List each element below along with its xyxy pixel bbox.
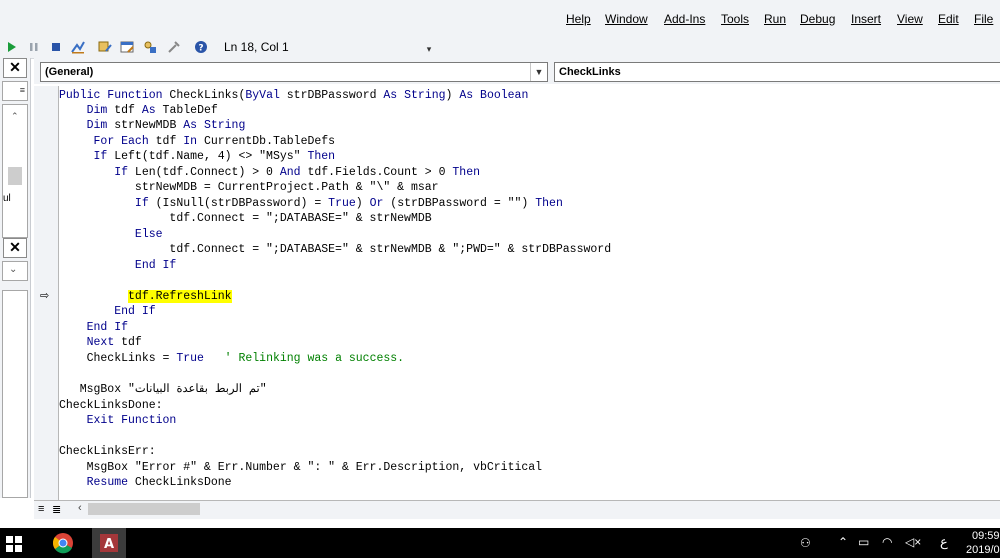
object-browser-icon[interactable] bbox=[142, 39, 158, 55]
menu-file[interactable]: File bbox=[974, 12, 993, 26]
code-line: Else bbox=[134, 228, 163, 241]
cursor-position-text: Ln 18, Col 1 bbox=[224, 40, 289, 54]
code-line: CheckLinksErr: bbox=[59, 445, 156, 458]
object-combo-value: (General) bbox=[45, 66, 94, 78]
language-indicator[interactable]: ع bbox=[940, 534, 948, 550]
chevron-down-icon[interactable]: ▼ bbox=[530, 63, 547, 81]
menu-help[interactable]: Help bbox=[566, 12, 591, 26]
svg-text:A: A bbox=[104, 537, 114, 552]
properties-list-partial bbox=[2, 290, 28, 498]
taskbar: A ⚇ ⌃ ▭ ◠ ◁× ع 09:59 2019/0 bbox=[0, 528, 1000, 558]
close-project-panel-button[interactable]: ✕ bbox=[3, 58, 27, 78]
code-line: Next tdf bbox=[86, 336, 142, 349]
panel-dropdown-icon[interactable]: ≡ bbox=[2, 81, 28, 101]
code-line: CheckLinksDone: bbox=[59, 399, 163, 412]
procedure-combo-value: CheckLinks bbox=[559, 66, 621, 78]
access-app-icon: A bbox=[100, 534, 118, 552]
design-mode-icon[interactable] bbox=[70, 39, 86, 55]
code-editor[interactable]: Public Function CheckLinks(ByVal strDBPa… bbox=[59, 86, 1000, 500]
clock-date[interactable]: 2019/0 bbox=[966, 544, 1000, 556]
procedure-combo[interactable]: CheckLinks bbox=[554, 62, 1000, 82]
execution-pointer-icon: ⇨ bbox=[40, 290, 50, 302]
truncated-label: ul bbox=[3, 193, 11, 204]
run-icon[interactable] bbox=[4, 39, 20, 55]
code-line: tdf.Connect = ";DATABASE=" & strNewMDB &… bbox=[59, 243, 612, 256]
menu-debug[interactable]: Debug bbox=[800, 12, 835, 26]
menu-insert[interactable]: Insert bbox=[851, 12, 881, 26]
code-line: For Each tdf In CurrentDb.TableDefs bbox=[93, 135, 336, 148]
menu-window[interactable]: Window bbox=[605, 12, 648, 26]
project-tree-partial: ⌃ ul bbox=[2, 104, 28, 238]
code-line: strNewMDB = CurrentProject.Path & "\" & … bbox=[59, 181, 439, 194]
procedure-view-icon[interactable]: ≡ bbox=[38, 503, 44, 515]
vertical-scroll-thumb[interactable] bbox=[8, 167, 22, 185]
code-line: If Left(tdf.Name, 4) <> "MSys" Then bbox=[93, 150, 336, 163]
horizontal-scroll-thumb[interactable] bbox=[88, 503, 200, 515]
code-line: Exit Function bbox=[86, 414, 177, 427]
code-line: Public Function CheckLinks(ByVal strDBPa… bbox=[59, 89, 529, 102]
code-line: Resume CheckLinksDone bbox=[86, 476, 232, 489]
menu-tools[interactable]: Tools bbox=[721, 12, 749, 26]
cursor-position-status: Ln 18, Col 1 bbox=[220, 38, 436, 56]
toolbar-options-dropdown-icon[interactable]: ▾ bbox=[424, 44, 434, 54]
code-line: End If bbox=[86, 321, 129, 334]
volume-icon[interactable]: ◁× bbox=[905, 535, 921, 549]
chrome-icon[interactable] bbox=[52, 532, 74, 554]
project-explorer-icon[interactable] bbox=[97, 39, 113, 55]
toolbar: ? bbox=[0, 36, 1000, 59]
left-panels: ✕ ≡ ⌃ ul ✕ ⌄ bbox=[0, 58, 31, 498]
code-line: MsgBox "Error #" & Err.Number & ": " & E… bbox=[59, 461, 543, 474]
full-module-view-icon[interactable]: ≣ bbox=[52, 503, 61, 516]
code-line: End If bbox=[114, 305, 156, 318]
code-line: End If bbox=[134, 259, 177, 272]
battery-icon[interactable]: ▭ bbox=[858, 535, 869, 549]
code-line: CheckLinks = True ' Relinking was a succ… bbox=[59, 352, 405, 365]
toolbox-icon[interactable] bbox=[166, 39, 182, 55]
scroll-left-icon[interactable]: ‹ bbox=[78, 502, 82, 514]
code-line: tdf.Connect = ";DATABASE=" & strNewMDB bbox=[59, 212, 432, 225]
menu-bar: Help Window Add-Ins Tools Run Debug Inse… bbox=[0, 0, 1000, 36]
code-line: Dim tdf As TableDef bbox=[86, 104, 218, 117]
clock-time[interactable]: 09:59 bbox=[972, 530, 1000, 542]
reset-icon[interactable] bbox=[48, 39, 64, 55]
wifi-icon[interactable]: ◠ bbox=[882, 535, 892, 549]
properties-window-icon[interactable] bbox=[119, 39, 135, 55]
menu-edit[interactable]: Edit bbox=[938, 12, 959, 26]
tray-expand-icon[interactable]: ⌃ bbox=[838, 535, 848, 549]
code-line: If Len(tdf.Connect) > 0 And tdf.Fields.C… bbox=[114, 166, 481, 179]
code-line: Dim strNewMDB As String bbox=[86, 119, 246, 132]
code-line-current: tdf.RefreshLink bbox=[128, 290, 232, 303]
windows-start-icon[interactable] bbox=[6, 536, 22, 552]
code-line: If (IsNull(strDBPassword) = True) Or (st… bbox=[134, 197, 563, 210]
people-icon[interactable]: ⚇ bbox=[800, 536, 811, 550]
properties-object-dropdown[interactable]: ⌄ bbox=[2, 261, 28, 281]
close-properties-panel-button[interactable]: ✕ bbox=[3, 238, 27, 258]
access-taskbar-button[interactable]: A bbox=[92, 528, 126, 558]
code-line: MsgBox "تم الربط بقاعدة البيانات" bbox=[59, 383, 267, 396]
svg-text:?: ? bbox=[198, 44, 203, 54]
menu-view[interactable]: View bbox=[897, 12, 923, 26]
menu-add-ins[interactable]: Add-Ins bbox=[664, 12, 705, 26]
pause-icon[interactable] bbox=[26, 39, 42, 55]
menu-run[interactable]: Run bbox=[764, 12, 786, 26]
help-icon[interactable]: ? bbox=[193, 39, 209, 55]
object-combo[interactable]: (General) ▼ bbox=[40, 62, 548, 82]
